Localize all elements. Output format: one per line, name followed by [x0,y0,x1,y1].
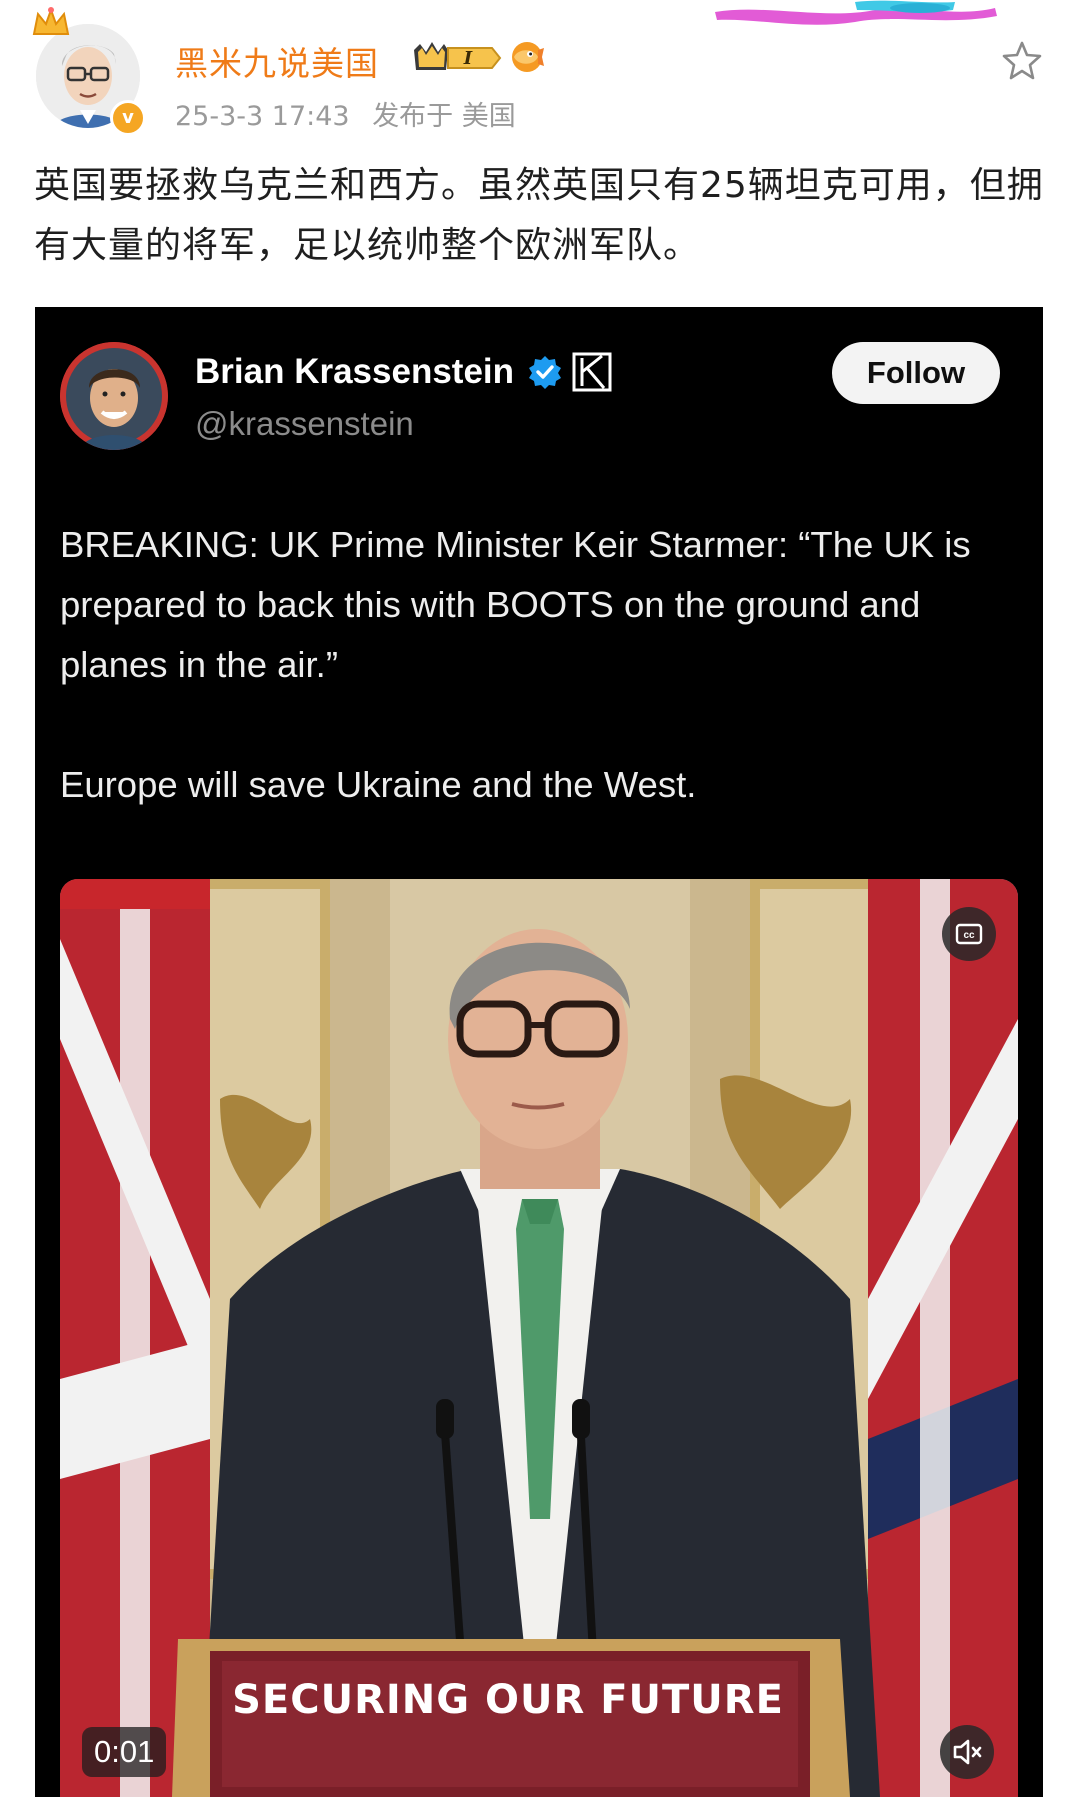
follow-button[interactable]: Follow [832,342,1000,404]
post-meta: 25-3-3 17:43 发布于 美国 [175,94,530,133]
closed-captions-icon: cc [955,923,983,945]
post-text: 英国要拯救乌克兰和西方。虽然英国只有25辆坦克可用，但拥有大量的将军，足以统帅整… [34,165,1044,266]
author-name[interactable]: 黑米九说美国 [175,37,379,85]
star-icon[interactable] [1000,38,1044,82]
verified-badge-icon: v [110,100,146,136]
tweet-paragraph: Europe will save Ukraine and the West. [60,764,697,805]
fish-badge-icon[interactable] [508,38,546,76]
paint-smear-decoration [715,0,997,25]
podium-sign-text: SECURING OUR FUTURE [232,1677,784,1723]
tweet-author-avatar[interactable] [60,342,168,450]
tweet-author-name[interactable]: Brian Krassenstein [195,352,514,391]
k-logo-icon [572,352,612,392]
tweet-paragraph: BREAKING: UK Prime Minister Keir Starmer… [60,524,971,685]
crown-icon [32,7,70,35]
tweet-author-handle[interactable]: @krassenstein [195,405,414,443]
post-location: 发布于 美国 [372,101,516,132]
closed-captions-label: cc [963,930,975,941]
post-date: 25-3-3 17:43 [175,101,350,132]
video-frame [60,879,1018,1797]
tweet-author-row: Brian Krassenstein [195,352,612,392]
tweet-text: BREAKING: UK Prime Minister Keir Starmer… [60,515,1030,815]
video-timestamp: 0:01 [82,1727,167,1777]
closed-captions-button[interactable]: cc [942,907,996,961]
vip-badge-icon[interactable]: I [412,40,502,76]
video-player[interactable]: SECURING OUR FUTURE cc 0:01 [60,879,1018,1797]
twitter-verified-icon [529,356,562,389]
vip-level: I [463,48,473,69]
embedded-tweet: Brian Krassenstein @krassenstein Follow … [35,307,1043,1797]
author-avatar-wrap[interactable]: v [30,6,150,136]
mute-button[interactable] [940,1725,994,1779]
mute-icon [953,1739,982,1765]
